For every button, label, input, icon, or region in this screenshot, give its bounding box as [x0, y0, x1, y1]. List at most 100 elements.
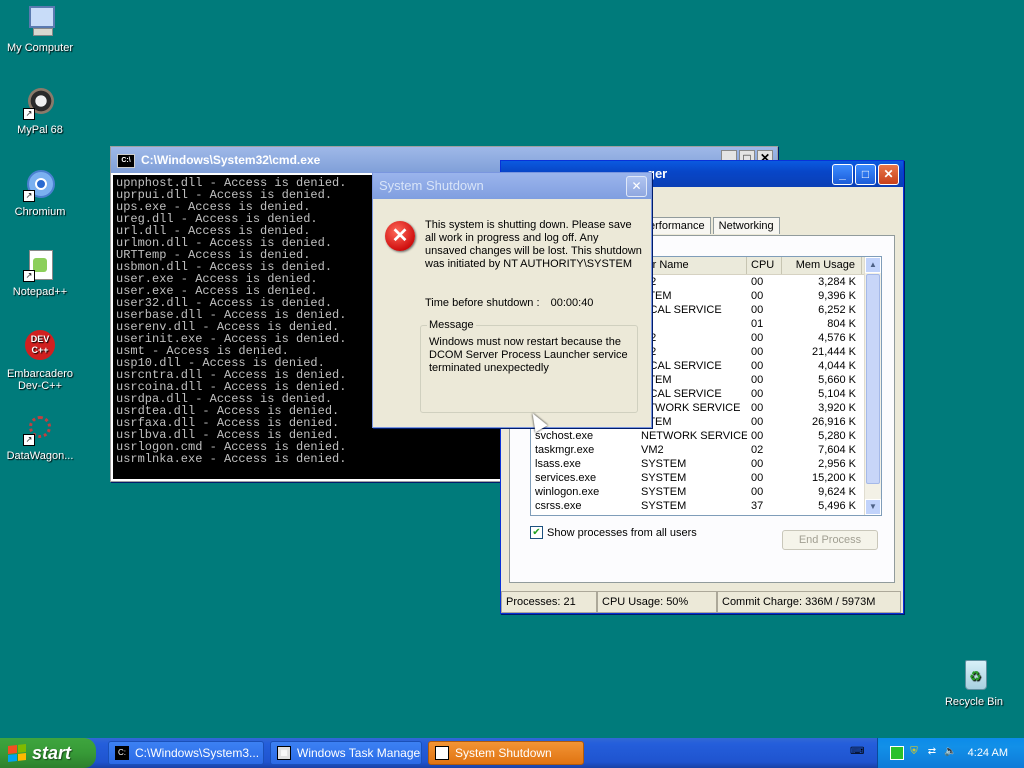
- image-name-cell: taskmgr.exe: [535, 444, 595, 456]
- keyboard-icon[interactable]: ⌨: [850, 746, 864, 758]
- tab-performance[interactable]: erformance: [643, 217, 711, 234]
- shutdown-titlebar[interactable]: System Shutdown ✕: [373, 173, 651, 199]
- cpu-cell: 37: [751, 500, 764, 512]
- maximize-button[interactable]: □: [855, 164, 876, 185]
- show-all-users-checkbox[interactable]: ✔ Show processes from all users: [530, 526, 697, 539]
- end-process-button[interactable]: End Process: [782, 530, 878, 550]
- system-shutdown-dialog[interactable]: System Shutdown ✕ ✕ This system is shutt…: [372, 172, 652, 428]
- desktop-icon-recycle-bin[interactable]: ♻ Recycle Bin: [934, 658, 1014, 708]
- desktop-icon-mypal[interactable]: ↗ MyPal 68: [0, 86, 80, 136]
- mem-usage-cell: 804 K: [827, 318, 856, 330]
- cpu-cell: 00: [751, 388, 764, 400]
- image-name-cell: smss.exe: [531, 513, 637, 515]
- cpu-cell: 00: [751, 374, 764, 386]
- desktop-icon-label: My Computer: [6, 42, 74, 54]
- task-manager-icon: ▦: [277, 746, 291, 760]
- shutdown-timer: Time before shutdown : 00:00:40: [425, 297, 593, 309]
- mem-usage-cell: 5,280 K: [818, 430, 856, 442]
- desktop-icon-notepadpp[interactable]: ↗ Notepad++: [0, 248, 80, 298]
- scroll-down-icon[interactable]: ▼: [865, 499, 881, 515]
- status-bar: Processes: 21 CPU Usage: 50% Commit Char…: [501, 591, 903, 613]
- chromium-icon: ↗: [23, 168, 57, 202]
- time-label: Time before shutdown :: [425, 297, 540, 309]
- desktop-icon-devcpp[interactable]: DEV C++ Embarcadero Dev-C++: [0, 330, 80, 392]
- volume-icon[interactable]: 🔈: [944, 746, 956, 758]
- desktop-icon-label: Recycle Bin: [944, 696, 1004, 708]
- image-name-cell: lsass.exe: [535, 458, 581, 470]
- user-name-cell: OCAL SERVICE: [641, 388, 722, 400]
- image-name-cell: winlogon.exe: [535, 486, 600, 498]
- task-label: C:\Windows\System3...: [135, 746, 260, 760]
- cmd-icon: C:\: [117, 153, 135, 168]
- desktop-icon-my-computer[interactable]: My Computer: [0, 4, 80, 54]
- taskbar-item-system-shutdown[interactable]: System Shutdown: [428, 741, 584, 765]
- network-icon[interactable]: ⇄: [926, 746, 938, 758]
- time-value: 00:00:40: [550, 297, 594, 309]
- scroll-thumb[interactable]: [866, 274, 880, 484]
- task-label: Windows Task Manager: [297, 746, 422, 760]
- scroll-up-icon[interactable]: ▲: [865, 257, 881, 273]
- mem-usage-cell: 26,916 K: [811, 416, 856, 428]
- image-name-cell: svchost.exe: [535, 430, 594, 442]
- mem-usage-cell: 5,660 K: [818, 374, 856, 386]
- process-list-scrollbar[interactable]: ▲ ▼: [864, 257, 881, 515]
- tab-networking[interactable]: Networking: [712, 217, 780, 234]
- minimize-button[interactable]: _: [832, 164, 853, 185]
- mem-usage-cell: 4,044 K: [818, 360, 856, 372]
- mem-usage-cell: 9,624 K: [818, 486, 856, 498]
- start-button[interactable]: start: [0, 738, 96, 768]
- cpu-cell: 00: [751, 458, 764, 470]
- cpu-cell: 00: [751, 304, 764, 316]
- desktop-icon-chromium[interactable]: ↗ Chromium: [0, 168, 80, 218]
- taskbar-item-task-manager[interactable]: ▦ Windows Task Manager: [270, 741, 422, 765]
- user-name-cell: M2: [637, 331, 747, 345]
- mem-usage-cell: 5,496 K: [818, 500, 856, 512]
- mem-usage-cell: 5,104 K: [818, 388, 856, 400]
- cpu-cell: 00: [751, 486, 764, 498]
- mem-usage-cell: 3,284 K: [818, 276, 856, 288]
- raccoon-icon: ↗: [23, 86, 57, 120]
- taskbar: start C: C:\Windows\System3... ▦ Windows…: [0, 738, 1024, 768]
- cpu-cell: 00: [751, 290, 764, 302]
- table-row[interactable]: taskmgr.exe VM2 02 7,604 K: [531, 443, 881, 457]
- cpu-cell: 00: [751, 276, 764, 288]
- taskbar-item-cmd[interactable]: C: C:\Windows\System3...: [108, 741, 264, 765]
- clock[interactable]: 4:24 AM: [968, 738, 1008, 768]
- cpu-cell: 00: [751, 346, 764, 358]
- column-cpu[interactable]: CPU: [747, 257, 782, 274]
- close-button[interactable]: ✕: [626, 176, 647, 197]
- checkmark-icon[interactable]: ✔: [530, 526, 543, 539]
- user-name-cell: [637, 317, 747, 331]
- start-label: start: [32, 743, 72, 763]
- table-row[interactable]: lsass.exe SYSTEM 00 2,956 K: [531, 457, 881, 471]
- table-row[interactable]: smss.exeSYSTEM00512 K: [531, 513, 881, 515]
- user-name-cell: NETWORK SERVICE: [641, 430, 747, 442]
- table-row[interactable]: services.exe SYSTEM 00 15,200 K: [531, 471, 881, 485]
- security-shield-icon[interactable]: ⛨: [908, 746, 920, 758]
- user-name-cell: OCAL SERVICE: [641, 360, 722, 372]
- column-mem-usage[interactable]: Mem Usage: [782, 257, 862, 274]
- table-row[interactable]: svchost.exe NETWORK SERVICE 00 5,280 K: [531, 429, 881, 443]
- user-name-cell: SYSTEM: [641, 472, 687, 484]
- cpu-cell: 00: [751, 472, 764, 484]
- cpu-cell: 00: [751, 402, 764, 414]
- column-user-name[interactable]: ser Name: [637, 257, 747, 274]
- desktop-icon-label: Notepad++: [12, 286, 68, 298]
- close-button[interactable]: ✕: [878, 164, 899, 185]
- message-group-label: Message: [427, 319, 476, 331]
- cpu-cell: 00: [751, 416, 764, 428]
- task-manager-tray-icon[interactable]: [890, 746, 904, 760]
- table-row[interactable]: winlogon.exe SYSTEM 00 9,624 K: [531, 485, 881, 499]
- status-cpu-usage: CPU Usage: 50%: [597, 591, 717, 613]
- user-name-cell: STEM: [641, 374, 672, 386]
- windows-logo-icon: [8, 744, 26, 762]
- show-all-users-label: Show processes from all users: [547, 526, 697, 539]
- devcpp-icon: DEV C++: [23, 330, 57, 364]
- shutdown-message: This system is shutting down. Please sav…: [425, 219, 642, 270]
- mem-usage-cell: 21,444 K: [811, 346, 856, 358]
- desktop-icon-datawagon[interactable]: ↗ DataWagon...: [0, 412, 80, 462]
- message-groupbox: Message Windows must now restart because…: [420, 319, 638, 413]
- table-row[interactable]: csrss.exe SYSTEM 37 5,496 K: [531, 499, 881, 513]
- computer-icon: [23, 4, 57, 38]
- desktop-icon-label: DataWagon...: [6, 450, 74, 462]
